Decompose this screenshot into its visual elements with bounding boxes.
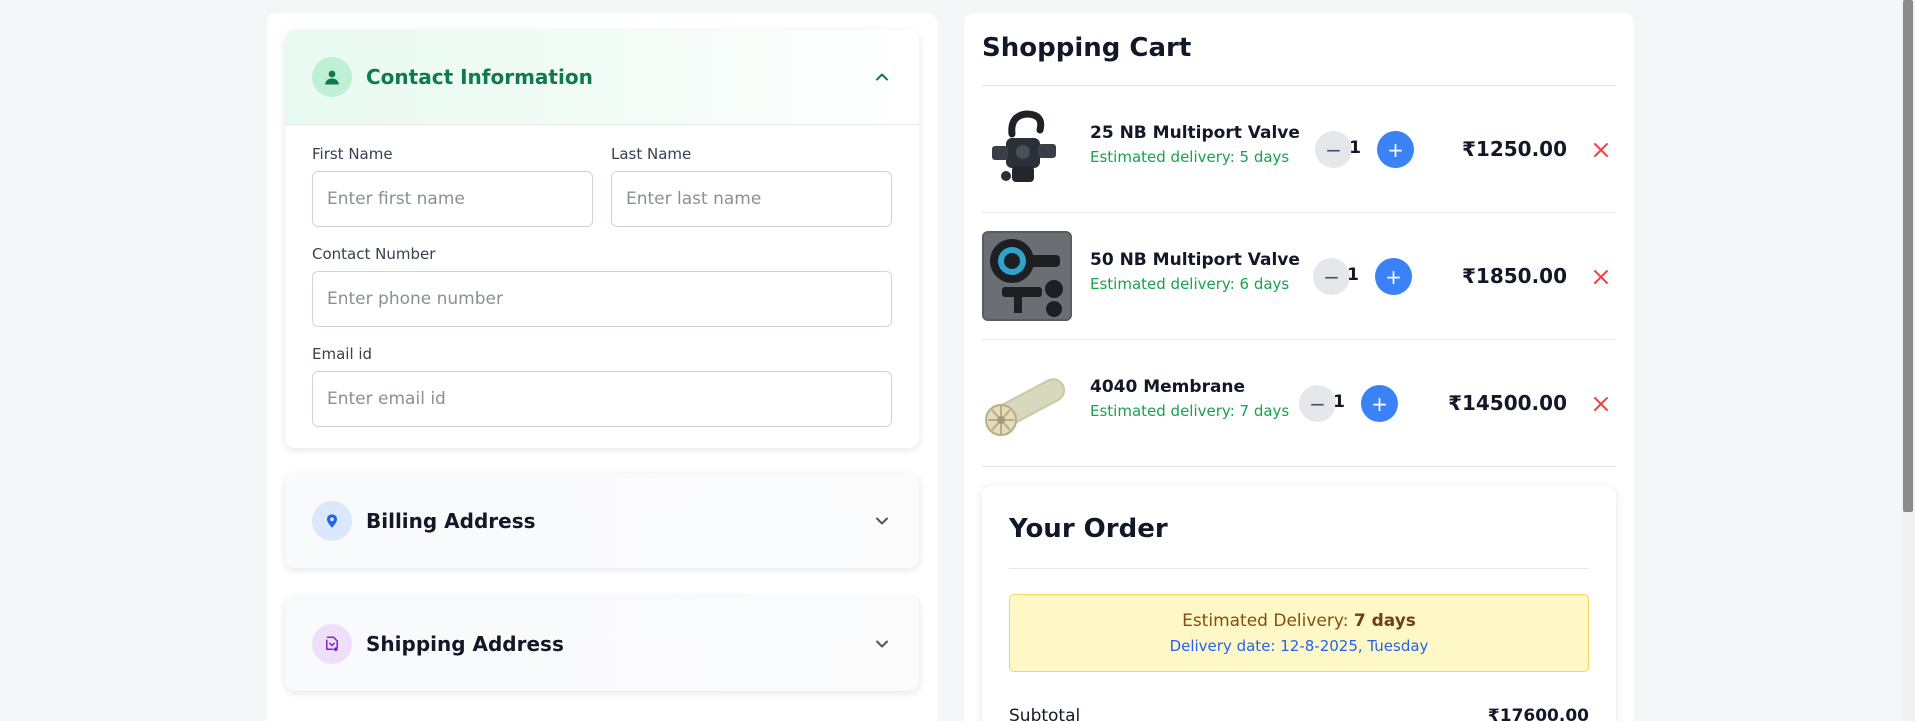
product-name[interactable]: 50 NB Multiport Valve [1090,250,1300,270]
shipping-address-section: Shipping Address [285,596,919,691]
scrollbar-thumb[interactable] [1903,0,1913,512]
estimated-delivery-text: Estimated delivery: 6 days [1090,275,1290,293]
product-image [982,104,1072,194]
checkout-form-panel: Contact Information First Name Last Name… [267,13,937,721]
page-scrollbar[interactable] [1901,0,1915,721]
first-name-label: First Name [312,145,393,163]
estimated-delivery-text: Estimated delivery: 5 days [1090,148,1290,166]
increase-quantity-button[interactable]: + [1375,258,1412,295]
last-name-label: Last Name [611,145,692,163]
cart-item: 4040 Membrane Estimated delivery: 7 days… [982,340,1616,467]
first-name-input[interactable] [312,171,593,227]
product-image [982,358,1072,448]
quantity-value: 1 [1347,265,1359,285]
chevron-up-icon[interactable] [875,70,889,84]
estimated-delivery-label: Estimated Delivery: [1182,611,1354,631]
shipping-address-title: Shipping Address [366,631,564,656]
subtotal-row: Subtotal ₹17600.00 [1009,706,1589,721]
item-price: ₹14500.00 [1448,391,1567,415]
subtotal-label: Subtotal [1009,706,1081,721]
remove-item-icon[interactable] [1592,395,1610,413]
contact-number-input[interactable] [312,271,892,327]
contact-information-title: Contact Information [366,65,593,89]
email-label: Email id [312,345,373,363]
shopping-cart-panel: Shopping Cart 25 NB Multiport Valve Esti… [964,13,1634,721]
first-name-field: First Name [312,145,593,227]
billing-address-header[interactable]: Billing Address [285,473,919,568]
shipping-address-header[interactable]: Shipping Address [285,596,919,691]
location-pin-icon [312,500,352,541]
product-name[interactable]: 25 NB Multiport Valve [1090,123,1300,143]
contact-information-header[interactable]: Contact Information [285,30,919,125]
remove-item-icon[interactable] [1592,141,1610,159]
item-price: ₹1850.00 [1461,264,1567,288]
estimated-delivery-value: 7 days [1353,611,1416,631]
estimated-delivery-text: Estimated delivery: 7 days [1090,402,1290,420]
user-icon [312,57,352,97]
shipping-icon [312,623,352,664]
increase-quantity-button[interactable]: + [1361,385,1398,422]
contact-information-section: Contact Information First Name Last Name… [285,30,919,448]
chevron-down-icon[interactable] [875,514,889,528]
estimated-delivery-summary: Estimated Delivery: 7 days [1010,611,1588,631]
quantity-value: 1 [1349,138,1361,158]
chevron-down-icon[interactable] [875,637,889,651]
order-summary: Your Order Estimated Delivery: 7 days De… [982,486,1616,721]
contact-number-field: Contact Number [312,245,892,327]
increase-quantity-button[interactable]: + [1377,131,1414,168]
order-summary-title: Your Order [1009,514,1168,544]
product-image [982,231,1072,321]
delivery-date: Delivery date: 12-8-2025, Tuesday [1169,637,1429,655]
email-field: Email id [312,345,892,427]
email-input[interactable] [312,371,892,427]
item-price: ₹1250.00 [1461,137,1567,161]
billing-address-section: Billing Address [285,473,919,568]
last-name-field: Last Name [611,145,892,227]
cart-item: 50 NB Multiport Valve Estimated delivery… [982,213,1616,340]
product-name[interactable]: 4040 Membrane [1090,377,1245,397]
cart-item: 25 NB Multiport Valve Estimated delivery… [982,86,1616,213]
subtotal-value: ₹17600.00 [1487,706,1589,721]
shopping-cart-title: Shopping Cart [982,33,1192,63]
estimated-delivery-box: Estimated Delivery: 7 days Delivery date… [1009,594,1589,672]
last-name-input[interactable] [611,171,892,227]
billing-address-title: Billing Address [366,508,536,533]
remove-item-icon[interactable] [1592,268,1610,286]
quantity-value: 1 [1333,392,1345,412]
divider [1009,568,1589,569]
contact-form: First Name Last Name Contact Number Emai… [285,125,919,427]
contact-number-label: Contact Number [312,245,436,263]
